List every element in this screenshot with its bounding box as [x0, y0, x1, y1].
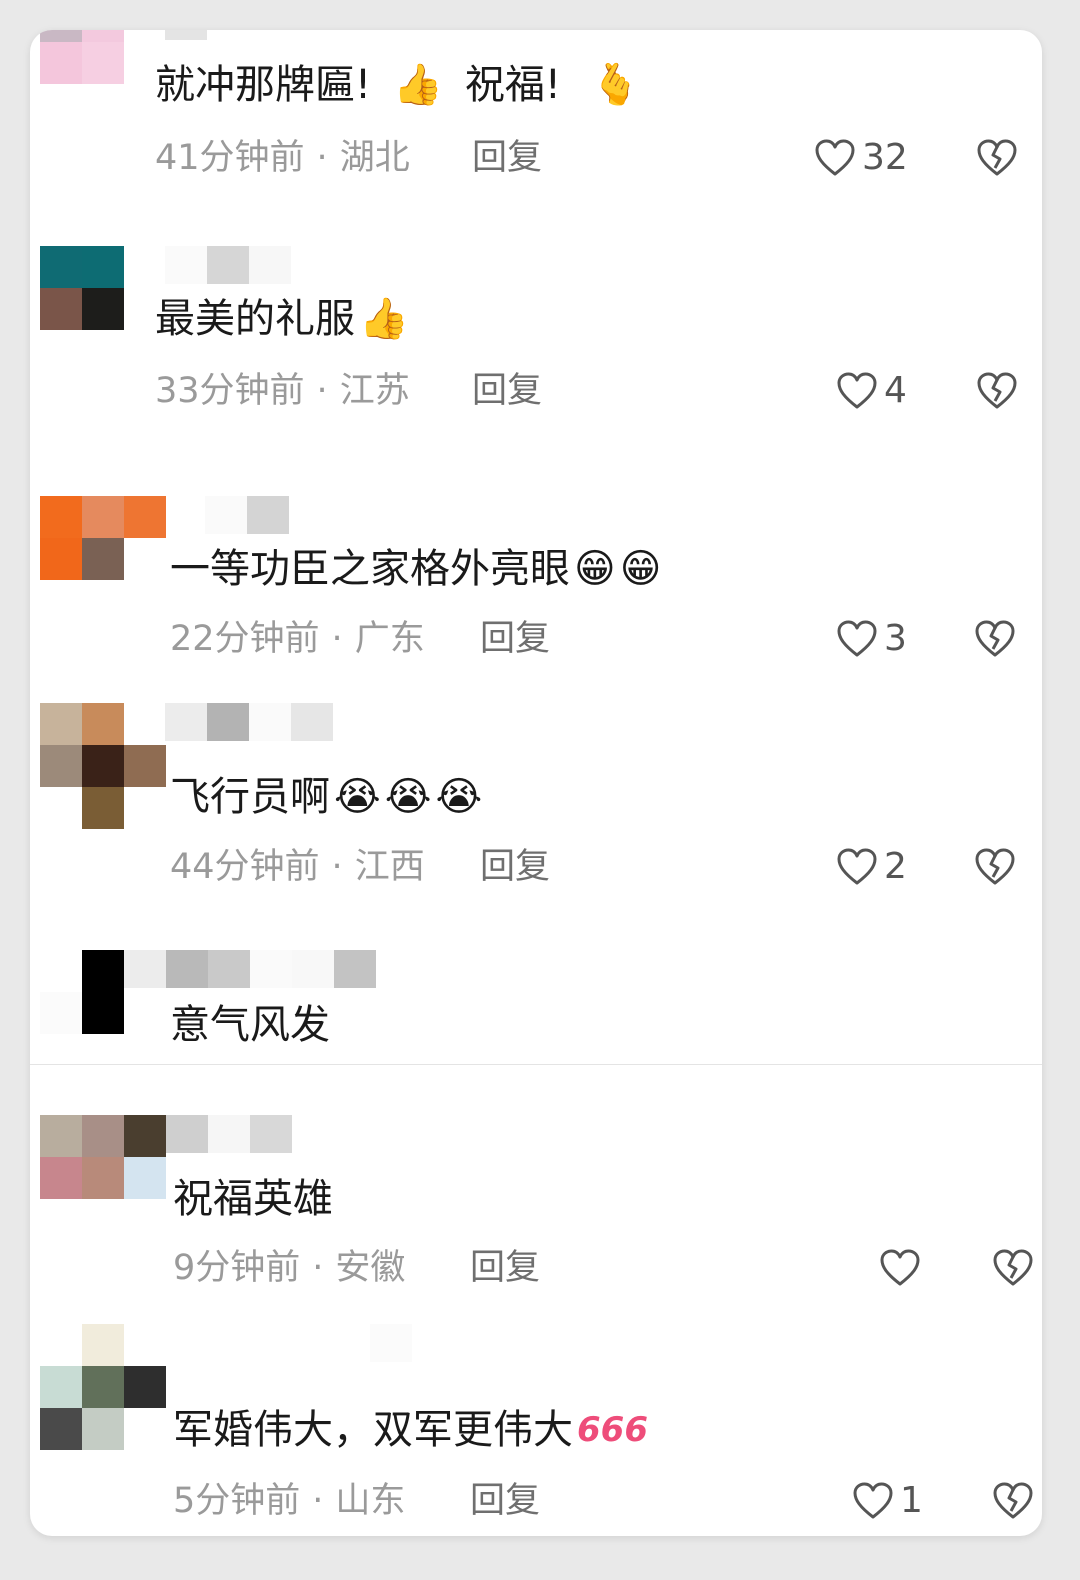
- like-button[interactable]: [879, 1248, 927, 1288]
- comment-body: 最美的礼服: [155, 296, 355, 342]
- username[interactable]: [166, 1115, 326, 1153]
- comment-text: 祝福英雄: [173, 1174, 333, 1224]
- like-count: 3: [884, 618, 907, 659]
- avatar[interactable]: [40, 703, 166, 829]
- dislike-button[interactable]: [992, 1248, 1034, 1288]
- broken-heart-icon: [993, 1482, 1033, 1519]
- grinning-emoji: 😁: [619, 546, 662, 592]
- broken-heart-icon: [975, 848, 1015, 885]
- thumbs-up-emoji: 👍: [359, 296, 409, 342]
- reply-button[interactable]: 回复: [470, 1248, 540, 1288]
- thumbs-up-emoji: 👍: [393, 62, 443, 108]
- comment-region: 江苏: [339, 371, 410, 411]
- dislike-button[interactable]: [974, 619, 1016, 659]
- comment-meta: 9分钟前 · 安徽: [173, 1248, 406, 1288]
- broken-heart-icon: [977, 372, 1017, 409]
- broken-heart-icon: [993, 1249, 1033, 1286]
- comment-text: 意气风发: [170, 1000, 330, 1050]
- comment-time: 9分钟前: [173, 1248, 301, 1288]
- username[interactable]: [165, 703, 335, 741]
- comment-list: 就冲那牌匾! 👍 祝福! 🫰 41分钟前 · 湖北 回复 32 最美的礼服 👍 …: [30, 30, 1042, 1536]
- crying-emoji: 😭: [334, 774, 381, 820]
- comment-time: 5分钟前: [173, 1481, 301, 1521]
- username[interactable]: [370, 1324, 530, 1362]
- comment-region: 湖北: [339, 138, 410, 178]
- username[interactable]: [205, 496, 365, 534]
- reply-button[interactable]: 回复: [480, 847, 550, 887]
- comment-meta: 41分钟前 · 湖北: [155, 138, 410, 178]
- comment-region: 广东: [354, 619, 425, 659]
- reply-button[interactable]: 回复: [472, 138, 542, 178]
- heart-outline-icon: [837, 848, 877, 885]
- like-count: 1: [900, 1480, 923, 1521]
- comment-time: 41分钟前: [155, 138, 305, 178]
- grinning-emoji: 😁: [574, 546, 616, 592]
- comment-text: 就冲那牌匾! 👍 祝福! 🫰: [155, 60, 641, 110]
- comment-body: 一等功臣之家格外亮眼: [170, 546, 570, 592]
- comment-meta: 33分钟前 · 江苏: [155, 371, 410, 411]
- comment-meta: 5分钟前 · 山东: [173, 1481, 406, 1521]
- like-count: 32: [862, 137, 908, 178]
- like-button[interactable]: 4: [836, 371, 907, 411]
- crying-emoji: 😭: [435, 774, 483, 820]
- dislike-button[interactable]: [974, 847, 1016, 887]
- avatar[interactable]: [40, 1324, 166, 1450]
- avatar[interactable]: [40, 30, 124, 84]
- comment-region: 安徽: [335, 1248, 406, 1288]
- like-button[interactable]: 1: [852, 1481, 923, 1521]
- broken-heart-icon: [975, 620, 1015, 657]
- comment-time: 33分钟前: [155, 371, 305, 411]
- dislike-button[interactable]: [976, 138, 1018, 178]
- comment-time: 22分钟前: [170, 619, 320, 659]
- finger-heart-emoji: 🫰: [590, 62, 641, 108]
- comment-text: 飞行员啊 😭 😭 😭: [170, 772, 482, 822]
- comment-body: 军婚伟大，双军更伟大: [173, 1407, 573, 1453]
- like-count: 4: [884, 370, 907, 411]
- username[interactable]: [124, 950, 384, 988]
- like-count: 2: [884, 846, 907, 887]
- like-button[interactable]: 2: [836, 847, 907, 887]
- heart-outline-icon: [837, 372, 877, 409]
- comment-body: 就冲那牌匾!: [155, 62, 372, 108]
- comment-text: 一等功臣之家格外亮眼 😁 😁: [170, 544, 661, 594]
- avatar[interactable]: [40, 1115, 166, 1199]
- comment-time: 44分钟前: [170, 847, 320, 887]
- reply-button[interactable]: 回复: [480, 619, 550, 659]
- like-button[interactable]: 32: [814, 138, 908, 178]
- divider: [30, 1064, 1042, 1065]
- comment-body-2: 祝福!: [464, 62, 561, 108]
- avatar[interactable]: [40, 496, 166, 580]
- heart-outline-icon: [853, 1482, 893, 1519]
- heart-outline-icon: [880, 1249, 920, 1286]
- username[interactable]: [165, 30, 325, 40]
- heart-outline-icon: [815, 139, 855, 176]
- comment-meta: 22分钟前 · 广东: [170, 619, 425, 659]
- heart-outline-icon: [837, 620, 877, 657]
- comment-meta: 44分钟前 · 江西: [170, 847, 425, 887]
- avatar[interactable]: [40, 950, 124, 1034]
- comment-text: 最美的礼服 👍: [155, 294, 409, 344]
- reply-button[interactable]: 回复: [472, 371, 542, 411]
- like-button[interactable]: 3: [836, 619, 907, 659]
- 666-sticker: 666: [577, 1410, 648, 1450]
- crying-emoji: 😭: [384, 774, 432, 820]
- comment-body: 祝福英雄: [173, 1176, 333, 1222]
- username[interactable]: [165, 246, 325, 284]
- broken-heart-icon: [977, 139, 1017, 176]
- comment-body: 飞行员啊: [170, 774, 330, 820]
- comment-region: 山东: [335, 1481, 406, 1521]
- reply-button[interactable]: 回复: [470, 1481, 540, 1521]
- dislike-button[interactable]: [976, 371, 1018, 411]
- comment-region: 江西: [354, 847, 425, 887]
- comment-text: 军婚伟大，双军更伟大 666: [173, 1405, 648, 1455]
- avatar[interactable]: [40, 246, 124, 330]
- comment-body: 意气风发: [170, 1002, 330, 1048]
- dislike-button[interactable]: [992, 1481, 1034, 1521]
